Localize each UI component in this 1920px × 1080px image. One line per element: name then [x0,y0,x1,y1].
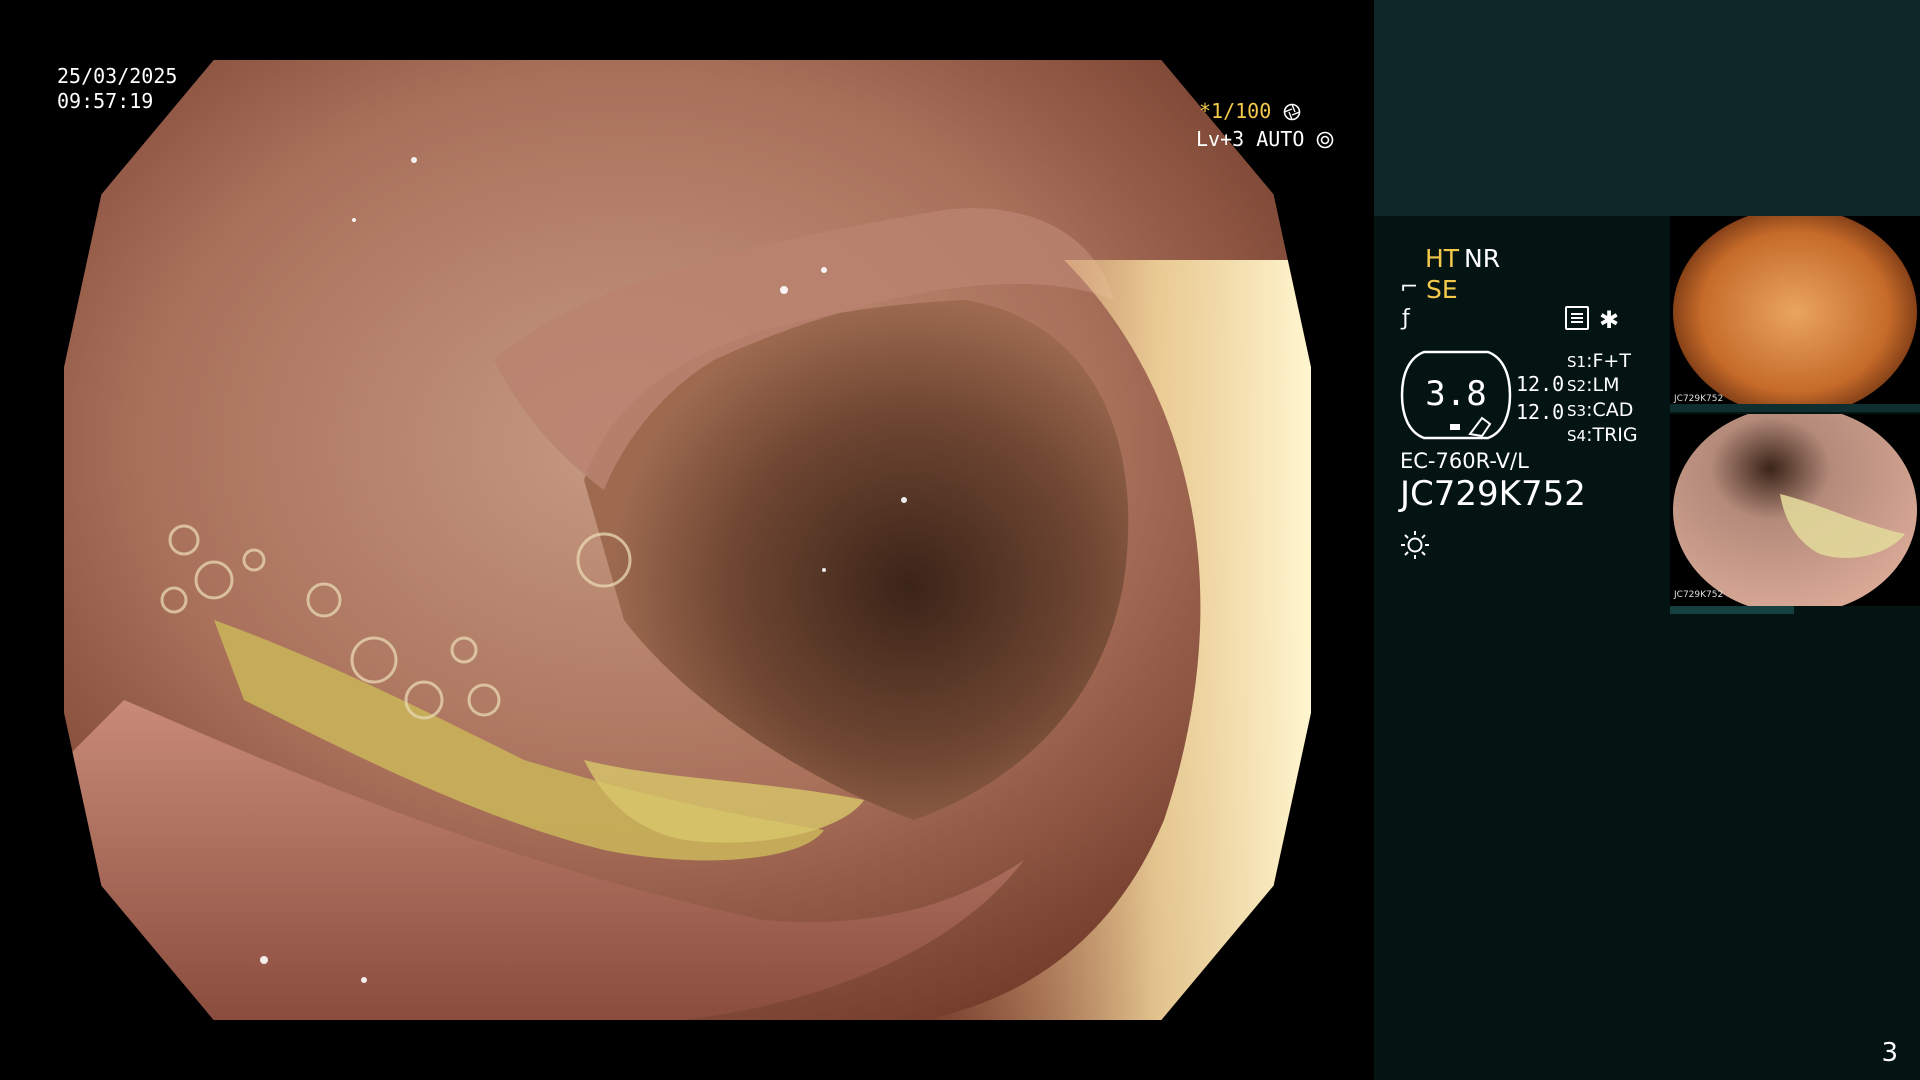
sun-icon [1401,531,1429,559]
switch-key: S3 [1567,402,1587,420]
magnification-value: 3.8 [1425,374,1487,414]
switch-value: F+T [1592,350,1631,372]
endoscope-view: 25/03/2025 09:57:19 *1/100 Lv+3 AUTO [0,0,1374,1080]
switch-value: LM [1592,374,1620,396]
scope-serial: JC729K752 [1400,474,1586,514]
time-text: 09:57:19 [57,89,154,113]
scope-model: EC-760R-V/L [1400,449,1529,473]
switch-key: S1 [1567,353,1587,371]
switch-s2: S2:LM [1567,374,1620,396]
datetime-overlay: 25/03/2025 09:57:19 [57,64,177,114]
level-text: Lv+3 AUTO [1196,127,1305,151]
flash-icon: ƒ [1402,306,1410,331]
star-icon: ✱ [1599,306,1620,334]
switch-s4: S4:TRIG [1567,424,1638,446]
thumbnail-2-bar [1670,606,1794,614]
thumbnail-label: JC729K752 [1674,590,1724,600]
thumbnail-1-bar [1670,404,1920,412]
iris-icon [1316,130,1334,154]
aperture-icon [1283,102,1301,126]
top-panel [1374,0,1920,216]
switch-key: S4 [1567,427,1587,445]
switch-value: CAD [1592,399,1634,421]
memo-icon [1565,306,1589,330]
scope-tip-icon: ⌐ [1400,275,1419,300]
endoscope-image [64,60,1311,1020]
mag-range-a: 12.0 [1516,372,1565,396]
thumbnail-label: JC729K752 [1674,394,1724,404]
page-number: 3 [1881,1038,1898,1068]
date-text: 25/03/2025 [57,64,178,88]
switch-key: S2 [1567,377,1587,395]
ht-indicator: HT [1425,244,1460,273]
se-indicator: SE [1426,275,1458,304]
colon-lumen-illustration [64,60,1311,1020]
mag-range-b: 12.0 [1516,400,1565,424]
capture-thumbnail-1[interactable]: JC729K752 [1670,216,1920,408]
nr-indicator: NR [1464,244,1501,273]
level-readout: Lv+3 AUTO [1196,127,1334,154]
switch-s1: S1:F+T [1567,350,1631,372]
capture-thumbnail-2[interactable]: JC729K752 [1670,414,1920,606]
thumbnail-image [1673,414,1917,606]
switch-s3: S3:CAD [1567,399,1634,421]
exposure-text: *1/100 [1199,99,1272,123]
exposure-readout: *1/100 [1199,99,1301,126]
thumbnail-image [1673,216,1917,408]
switch-value: TRIG [1592,424,1638,446]
